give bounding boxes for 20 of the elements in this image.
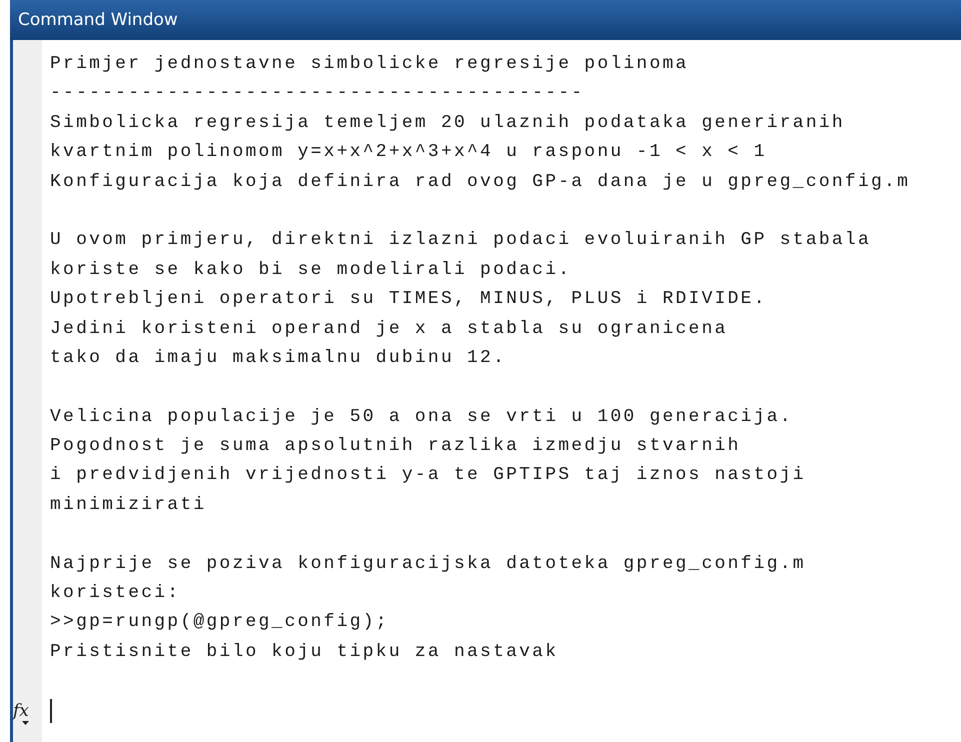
output-line: Simbolicka regresija temeljem 20 ulaznih podataka generiranih <box>50 112 846 135</box>
output-line: Jedini koristeni operand je x a stabla su ogranicena <box>50 318 729 341</box>
output-line: U ovom primjeru, direktni izlazni podaci evoluiranih GP stabala <box>50 229 872 252</box>
output-line: ----------------------------------------- <box>50 82 586 106</box>
output-line: i predvidjenih vrijednosti y-a te GPTIPS taj iznos nastoji <box>50 464 807 488</box>
output-line: Primjer jednostavne simbolicke regresije polinoma <box>50 53 690 76</box>
output-line: tako da imaju maksimalnu dubinu 12. <box>50 346 508 370</box>
text-cursor <box>50 699 52 724</box>
output-line: Najprije se poziva konfiguracijska datoteka gpreg_config.m <box>50 552 807 576</box>
output-line: Konfiguracija koja definira rad ovog GP-a dana je u gpreg_config.m <box>50 170 912 194</box>
output-line: Pogodnost je suma apsolutnih razlika izmedju stvarnih <box>50 435 742 458</box>
output-line: Upotrebljeni operatori su TIMES, MINUS, PLUS i RDIVIDE. <box>50 288 768 312</box>
output-line: >>gp=rungp(@gpreg_config); <box>50 611 390 634</box>
output-line: kvartnim polinomom y=x+x^2+x^3+x^4 u rasponu -1 < x < 1 <box>50 141 768 164</box>
output-line: koristeci: <box>50 582 182 606</box>
window-title: Command Window <box>10 0 961 40</box>
output-line: Velicina populacije je 50 a ona se vrti u 100 generacija. <box>50 406 794 429</box>
output-line: minimizirati <box>50 494 208 517</box>
output-line: Pristisnite bilo koju tipku za nastavak <box>50 640 560 664</box>
output-line: koriste se kako bi se modelirali podaci. <box>50 258 572 282</box>
